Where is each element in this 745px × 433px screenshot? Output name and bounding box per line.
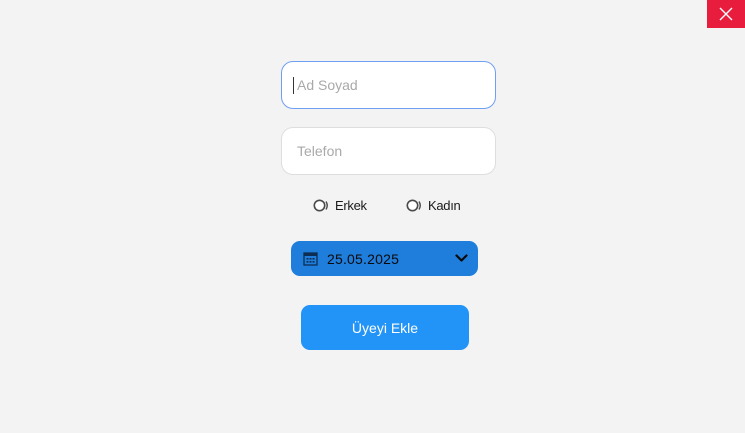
- phone-placeholder: Telefon: [297, 143, 343, 159]
- date-picker[interactable]: 25.05.2025: [291, 241, 478, 276]
- chevron-down-icon[interactable]: [455, 254, 468, 263]
- text-cursor: [293, 76, 294, 94]
- name-placeholder: Ad Soyad: [297, 77, 358, 93]
- close-button[interactable]: [707, 0, 745, 28]
- date-value: 25.05.2025: [327, 250, 400, 267]
- phone-input[interactable]: Telefon: [281, 127, 496, 175]
- radio-unchecked-icon: [406, 199, 421, 212]
- close-icon: [719, 7, 733, 21]
- radio-unchecked-icon: [313, 199, 328, 212]
- gender-female-label: Kadın: [428, 198, 461, 213]
- gender-radio-male[interactable]: Erkek: [313, 198, 367, 213]
- gender-male-label: Erkek: [335, 198, 367, 213]
- add-member-label: Üyeyi Ekle: [351, 319, 419, 336]
- calendar-icon: [303, 252, 318, 266]
- name-input[interactable]: Ad Soyad: [281, 61, 496, 109]
- gender-radio-female[interactable]: Kadın: [406, 198, 461, 213]
- add-member-button[interactable]: Üyeyi Ekle: [301, 305, 469, 350]
